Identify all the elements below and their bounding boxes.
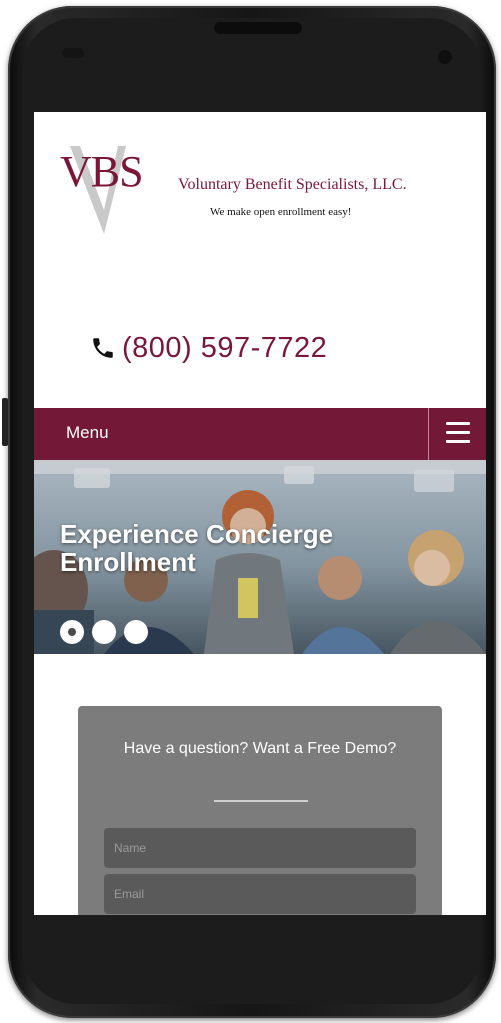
nav-menu-bar[interactable]: Menu (34, 408, 486, 460)
speaker-grille (214, 22, 302, 34)
slider-dot-2[interactable] (92, 620, 116, 644)
hamburger-icon[interactable] (446, 422, 470, 444)
name-field[interactable] (104, 828, 416, 868)
demo-request-form: Have a question? Want a Free Demo? (78, 706, 442, 915)
slider-dot-3[interactable] (124, 620, 148, 644)
hero-slider: Experience Concierge Enrollment (34, 460, 486, 654)
proximity-sensor (62, 48, 84, 58)
slider-dots (60, 620, 156, 644)
mobile-screen: VBS Voluntary Benefit Specialists, LLC. … (34, 112, 486, 915)
phone-link[interactable]: (800) 597-7722 (90, 328, 327, 368)
phone-icon (93, 338, 113, 358)
hero-title: Experience Concierge Enrollment (60, 519, 334, 577)
site-logo[interactable]: VBS Voluntary Benefit Specialists, LLC. … (60, 146, 480, 246)
form-divider (214, 800, 308, 802)
side-button (2, 398, 8, 446)
company-name: Voluntary Benefit Specialists, LLC. (178, 176, 407, 193)
slider-dot-1[interactable] (60, 620, 84, 644)
tagline: We make open enrollment easy! (210, 206, 352, 218)
logo-initials: VBS (60, 147, 144, 196)
phone-number: (800) 597-7722 (122, 331, 328, 364)
menu-label: Menu (66, 423, 109, 442)
form-title: Have a question? Want a Free Demo? (123, 740, 397, 757)
front-camera (438, 50, 452, 64)
menu-divider (428, 408, 429, 460)
email-field[interactable] (104, 874, 416, 914)
